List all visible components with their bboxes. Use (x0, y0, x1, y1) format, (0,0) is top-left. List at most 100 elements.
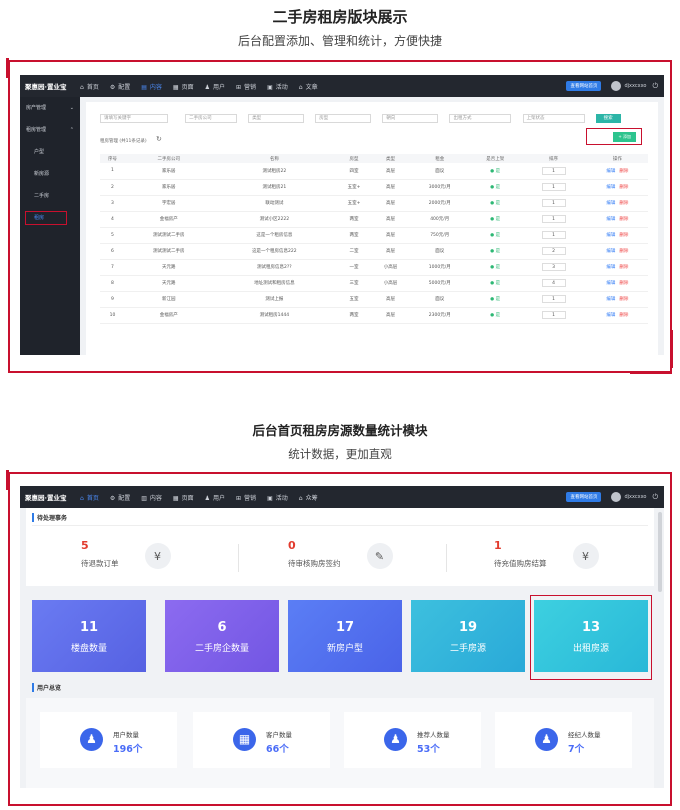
site-home-button[interactable]: 查看网站首页 (566, 81, 602, 91)
stat-card-1[interactable]: 6 二手房企数量 (165, 600, 279, 672)
edit-link[interactable]: 编辑 (606, 217, 615, 222)
stat-card-0[interactable]: 11 楼盘数量 (32, 600, 146, 672)
sort-input[interactable]: 1 (541, 166, 566, 175)
action-cell: 编辑 删除 (586, 227, 648, 244)
search-button[interactable]: 搜索 (595, 114, 621, 123)
nav-item-3[interactable]: ▦ 页面 (173, 493, 194, 502)
delete-link[interactable]: 删除 (619, 233, 628, 238)
delete-link[interactable]: 删除 (619, 281, 628, 286)
sort-input[interactable]: 1 (541, 215, 566, 223)
power-icon[interactable]: ⏻ (652, 82, 658, 91)
select-type[interactable]: 类型 (248, 114, 305, 123)
sort-input[interactable]: 1 (541, 311, 566, 319)
delete-link[interactable]: 删除 (619, 249, 628, 254)
edit-link[interactable]: 编辑 (606, 249, 615, 254)
overview-card-0[interactable]: ♟ 用户数量 196个 (40, 712, 177, 768)
username[interactable]: djxxcxxo (624, 83, 646, 89)
nav-icon: ▦ (172, 494, 179, 502)
stat-card-3[interactable]: 19 二手房源 (411, 600, 525, 672)
sort-input[interactable]: 1 (541, 231, 566, 239)
search-input[interactable]: 请填写关键字 (100, 114, 168, 123)
nav-item-2[interactable]: ▤ 内容 (141, 82, 162, 91)
refresh-icon[interactable]: ↻ (156, 135, 162, 143)
table-cell: 2 (100, 179, 125, 196)
delete-link[interactable]: 删除 (619, 265, 628, 270)
action-cell: 编辑 删除 (586, 291, 648, 308)
nav-item-0[interactable]: ⌂ 首页 (80, 82, 99, 91)
delete-link[interactable]: 删除 (619, 313, 628, 318)
nav-item-2[interactable]: ▥ 内容 (141, 493, 162, 502)
on-shelf-cell: ● 是 (470, 227, 521, 244)
sidebar-item-new-house[interactable]: 新房源 (20, 163, 80, 185)
sort-input[interactable]: 1 (541, 295, 566, 303)
sidebar-item-rent[interactable]: 租房 (20, 207, 80, 229)
stat-card-2[interactable]: 17 新房户型 (288, 600, 402, 672)
select-orientation[interactable]: 朝向 (382, 114, 439, 123)
edit-link[interactable]: 编辑 (606, 169, 615, 174)
sidebar-item-layout[interactable]: 户型 (20, 141, 80, 163)
edit-link[interactable]: 编辑 (606, 297, 615, 302)
site-home-button[interactable]: 查看网站首页 (566, 492, 602, 502)
scrollbar[interactable] (658, 512, 662, 592)
table-cell: 五室 (336, 291, 372, 308)
sort-input[interactable]: 4 (541, 279, 566, 287)
table-cell: 测试租房21 (212, 179, 337, 196)
sort-input[interactable]: 1 (541, 199, 566, 207)
delete-link[interactable]: 删除 (619, 217, 628, 222)
table-cell: 8 (100, 275, 125, 292)
overview-card-1[interactable]: ▦ 客户数量 66个 (193, 712, 330, 768)
nav-item-4[interactable]: ♟ 用户 (205, 493, 225, 502)
select-company[interactable]: 二手房公司 (185, 114, 238, 123)
edit-link[interactable]: 编辑 (606, 265, 615, 270)
todo-contract[interactable]: 0 待审核购房签约 ✎ (288, 539, 393, 569)
edit-link[interactable]: 编辑 (606, 281, 615, 286)
nav-item-3[interactable]: ▦ 页面 (173, 82, 194, 91)
nav-label: 用户 (213, 494, 226, 502)
sidebar-item-second-hand[interactable]: 二手房 (20, 185, 80, 207)
table-row: 5 测试测试二手房 这是一个租房信息 两室 高层 750元/月 ● 是 1 编辑 删除 (100, 227, 648, 244)
sort-input[interactable]: 2 (541, 247, 566, 255)
select-layout[interactable]: 房型 (315, 114, 372, 123)
power-icon[interactable]: ⏻ (652, 493, 658, 502)
nav-item-7[interactable]: ⌂ 众筹 (299, 493, 318, 502)
select-status[interactable]: 上架状态 (522, 114, 585, 123)
sidebar-group-estate[interactable]: 房产管理 ⌄ (20, 97, 80, 119)
avatar[interactable] (611, 492, 622, 502)
overview-label: 客户数量 (266, 731, 292, 739)
sort-input[interactable]: 3 (541, 263, 566, 271)
overview-card-2[interactable]: ♟ 推荐人数量 53个 (344, 712, 481, 768)
sort-input[interactable]: 1 (541, 183, 566, 191)
avatar[interactable] (611, 81, 622, 91)
add-button[interactable]: + 添加 (613, 132, 636, 142)
delete-link[interactable]: 删除 (619, 201, 628, 206)
edit-link[interactable]: 编辑 (606, 233, 615, 238)
todo-settlement[interactable]: 1 待充值购房结算 ¥ (494, 539, 599, 569)
nav-item-7[interactable]: ⌂ 文章 (299, 82, 318, 91)
nav-item-5[interactable]: ⊞ 营销 (236, 493, 256, 502)
nav-item-5[interactable]: ⊞ 营销 (236, 82, 256, 91)
on-shelf-value: 是 (495, 313, 501, 318)
nav-item-0[interactable]: ⌂ 首页 (80, 493, 99, 502)
user-icon: ♟ (384, 728, 407, 751)
delete-link[interactable]: 删除 (619, 185, 628, 190)
table-cell: 家乐居 (124, 163, 213, 180)
delete-link[interactable]: 删除 (619, 297, 628, 302)
delete-link[interactable]: 删除 (619, 169, 628, 174)
contract-icon: ✎ (366, 543, 393, 569)
sidebar-group-rent[interactable]: 租房管理 ⌃ (20, 119, 80, 141)
nav-item-4[interactable]: ♟ 用户 (205, 82, 225, 91)
nav-item-1[interactable]: ⚙ 配置 (110, 493, 130, 502)
overview-card-3[interactable]: ♟ 经纪人数量 7个 (495, 712, 632, 768)
edit-link[interactable]: 编辑 (606, 313, 615, 318)
nav-item-1[interactable]: ⚙ 配置 (110, 82, 130, 91)
nav-item-6[interactable]: ▣ 活动 (267, 493, 288, 502)
nav-item-6[interactable]: ▣ 活动 (267, 82, 288, 91)
todo-refund[interactable]: 5 待退款订单 ¥ (81, 539, 171, 569)
username[interactable]: djxxcxxo (624, 494, 646, 500)
edit-link[interactable]: 编辑 (606, 185, 615, 190)
table-cell: 一室 (336, 259, 372, 276)
nav-icon: ⌂ (298, 83, 303, 91)
select-rent-mode[interactable]: 出租方式 (449, 114, 512, 123)
edit-link[interactable]: 编辑 (606, 201, 615, 206)
table-cell: 测试测试二手房 (124, 227, 213, 244)
